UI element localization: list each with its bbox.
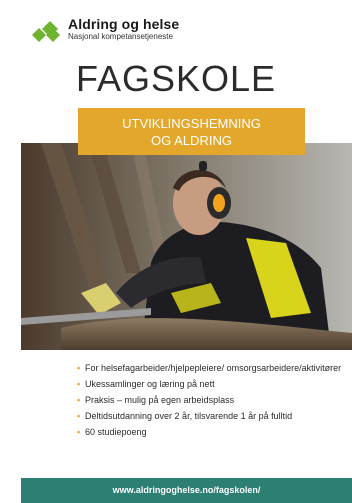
list-item: 60 studiepoeng <box>77 427 347 438</box>
document-title: FAGSKOLE <box>75 58 277 99</box>
subtitle-line-2: OG ALDRING <box>151 132 232 148</box>
logo-subtitle: Nasjonal kompetansetjeneste <box>68 32 173 41</box>
cover-photo <box>21 143 352 350</box>
list-item: Praksis – mulig på egen arbeidsplass <box>77 395 347 406</box>
list-item: Ukessamlinger og læring på nett <box>77 379 347 390</box>
list-item: For helsefagarbeider/hjelpepleiere/ omso… <box>77 363 347 374</box>
logo-icon <box>32 16 64 42</box>
logo: Aldring og helse Nasjonal kompetansetjen… <box>32 16 179 42</box>
subtitle-line-1: UTVIKLINGSHEMNING <box>122 115 261 131</box>
subtitle-box: UTVIKLINGSHEMNING OG ALDRING <box>78 108 305 155</box>
list-item: Deltidsutdanning over 2 år, tilsvarende … <box>77 411 347 422</box>
bullet-list: For helsefagarbeider/hjelpepleiere/ omso… <box>77 363 347 443</box>
logo-title: Aldring og helse <box>68 16 180 32</box>
brochure-page: Aldring og helse Nasjonal kompetansetjen… <box>0 0 352 503</box>
footer-url[interactable]: www.aldringoghelse.no/fagskolen/ <box>21 478 352 503</box>
